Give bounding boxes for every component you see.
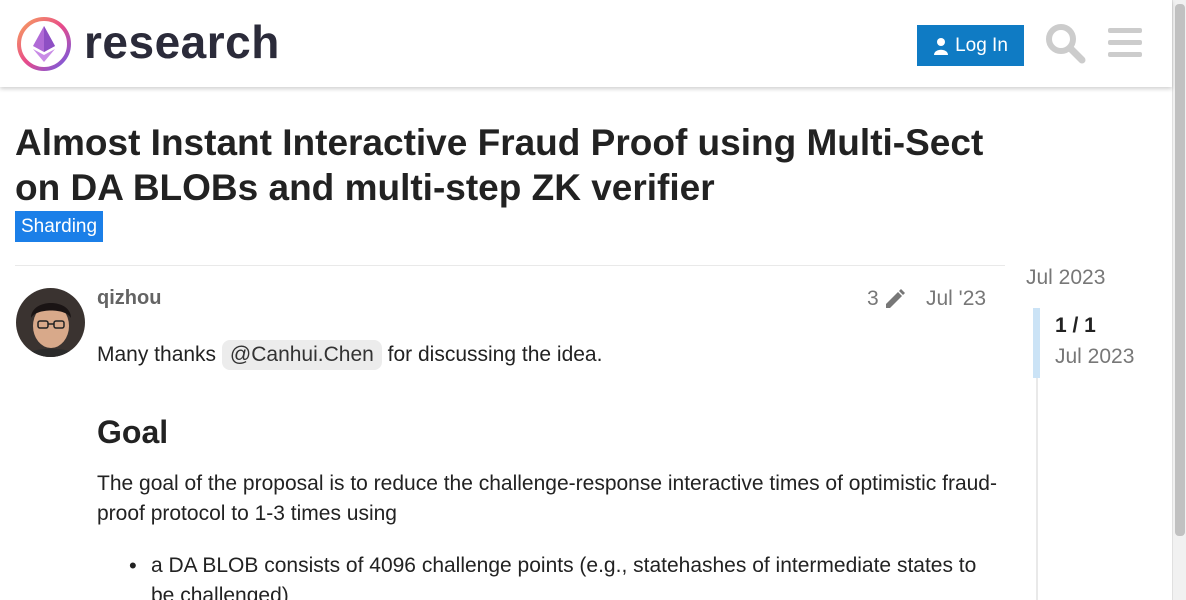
category-badge-sharding[interactable]: Sharding [15, 211, 104, 242]
post-username[interactable]: qizhou [97, 287, 161, 310]
edit-count: 3 [867, 287, 879, 310]
user-mention[interactable]: @Canhui.Chen [221, 340, 382, 370]
avatar[interactable] [16, 288, 85, 357]
goal-paragraph: The goal of the proposal is to reduce th… [97, 472, 997, 525]
timeline-position: 1 / 1 [1055, 314, 1096, 337]
post-date[interactable]: Jul '23 [926, 287, 986, 311]
intro-text-after: for discussing the idea. [381, 343, 603, 366]
title-divider [15, 265, 1005, 266]
timeline-start-date[interactable]: Jul 2023 [1026, 266, 1105, 290]
edit-history-button[interactable]: 3 [867, 287, 907, 311]
section-heading-goal: Goal [97, 414, 169, 450]
intro-text-before: Many thanks [97, 343, 222, 366]
post-intro: Many thanks @Canhui.Chen for discussing … [97, 340, 997, 370]
timeline-current-date: Jul 2023 [1055, 345, 1135, 368]
pencil-icon [885, 289, 905, 308]
scrollbar-thumb[interactable] [1175, 4, 1185, 536]
site-header: research Log In [0, 0, 1172, 87]
login-button-label: Log In [955, 34, 1008, 56]
user-icon [934, 37, 949, 55]
ethereum-research-logo-icon[interactable] [16, 16, 72, 72]
user-avatar-image [16, 288, 85, 357]
topic-title[interactable]: Almost Instant Interactive Fraud Proof u… [15, 120, 1025, 210]
goal-bullet-list: a DA BLOB consists of 4096 challenge poi… [129, 551, 1001, 600]
list-item: a DA BLOB consists of 4096 challenge poi… [129, 551, 1001, 600]
page-scrollbar[interactable] [1172, 0, 1186, 600]
hamburger-menu-icon[interactable] [1106, 24, 1144, 62]
site-brand[interactable]: research [84, 14, 280, 70]
login-button[interactable]: Log In [917, 25, 1024, 66]
search-icon[interactable] [1044, 22, 1086, 64]
timeline-scroller-handle[interactable] [1033, 308, 1040, 378]
